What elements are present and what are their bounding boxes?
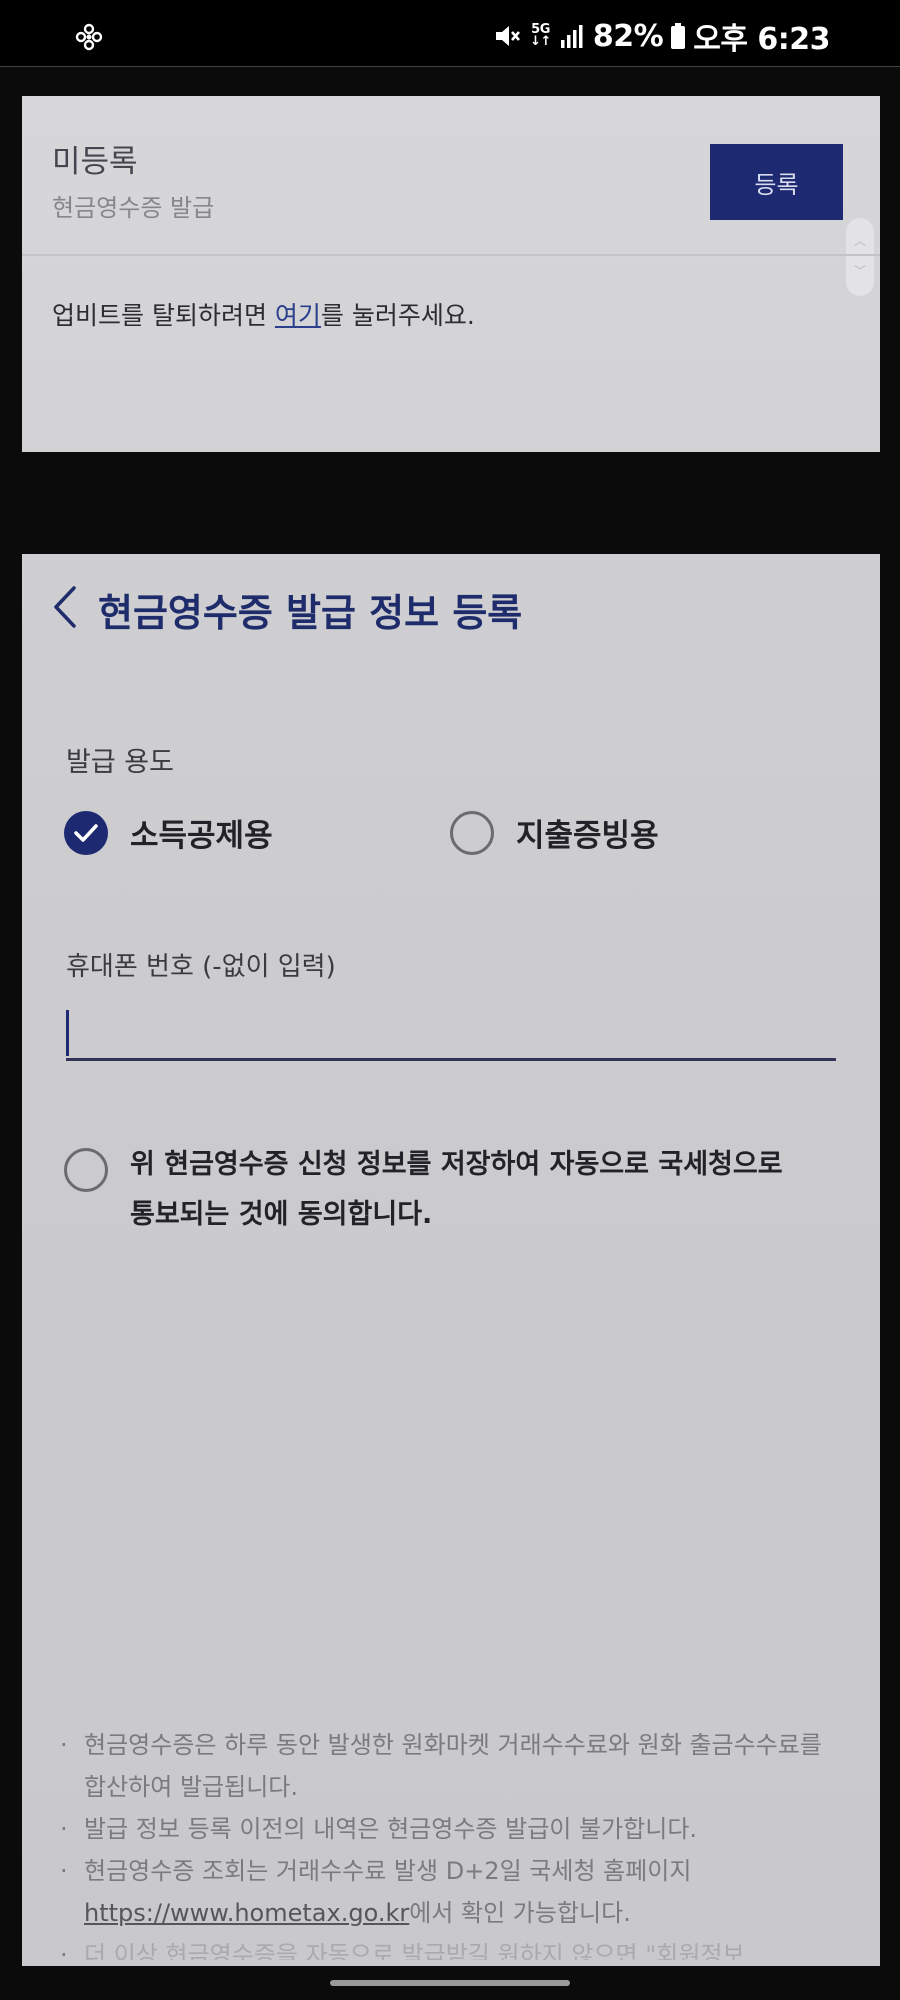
consent-checkbox[interactable] [64,1148,108,1192]
network-indicator: 5G ↓↑ [530,22,551,49]
purpose-option-expense-proof[interactable]: 지출증빙용 [450,810,659,855]
option-label: 소득공제용 [130,818,273,854]
radio-unselected[interactable] [450,810,494,855]
withdraw-link[interactable]: 여기 [275,301,321,330]
registration-status: 미등록 [52,144,138,180]
purpose-option-income-deduction[interactable]: 소득공제용 [64,810,273,855]
radio-selected[interactable] [64,810,108,855]
phone-label: 휴대폰 번호 (-없이 입력) [66,952,336,982]
hometax-link[interactable]: https://www.hometax.go.kr [84,1899,409,1927]
registration-status-card: 미등록 현금영수증 발급 등록 ︿ ﹀ 업비트를 탈퇴하려면 여기를 눌러주세요. [22,96,880,452]
page-title: 현금영수증 발급 정보 등록 [98,591,523,635]
phone-input[interactable] [66,994,836,1061]
notice-item: 발급 정보 등록 이전의 내역은 현금영수증 발급이 불가합니다. [56,1808,846,1850]
register-button[interactable]: 등록 [710,144,843,220]
battery-icon [671,23,686,49]
gesture-bar[interactable] [330,1980,570,1986]
battery-percent: 82% [592,18,664,54]
notice-item: 더 이상 현금영수증을 자동으로 발급받길 원하지 않으면 "회원정보 [56,1934,846,1960]
option-label: 지출증빙용 [516,818,659,854]
text-cursor [66,1010,69,1056]
status-bar: 5G ↓↑ 82% 오후 6:23 [0,0,900,67]
purpose-label: 발급 용도 [66,747,174,778]
notice-item: 현금영수증은 하루 동안 발생한 원화마켓 거래수수료와 원화 출금수수료를 합… [56,1724,846,1808]
withdraw-text: 업비트를 탈퇴하려면 여기를 눌러주세요. [52,301,475,330]
cash-receipt-form: 현금영수증 발급 정보 등록 발급 용도 소득공제용 지출증빙용 휴대폰 번호 … [22,554,880,1966]
divider [22,254,880,256]
consent-text: 위 현금영수증 신청 정보를 저장하여 자동으로 국세청으로 통보되는 것에 동… [130,1149,783,1230]
flower-icon [75,23,103,51]
clock: 오후 6:23 [693,22,830,57]
scroll-handle[interactable]: ︿ ﹀ [846,218,874,296]
consent-option[interactable]: 위 현금영수증 신청 정보를 저장하여 자동으로 국세청으로 통보되는 것에 동… [64,1146,800,1240]
signal-icon [560,25,583,48]
check-icon [74,823,98,842]
notice-item: 현금영수증 조회는 거래수수료 발생 D+2일 국세청 홈페이지 https:/… [56,1850,846,1934]
mute-icon [496,26,521,46]
notice-list: 현금영수증은 하루 동안 발생한 원화마켓 거래수수료와 원화 출금수수료를 합… [56,1724,846,1960]
chevron-left-icon[interactable] [48,584,80,630]
registration-subtitle: 현금영수증 발급 [52,194,215,222]
